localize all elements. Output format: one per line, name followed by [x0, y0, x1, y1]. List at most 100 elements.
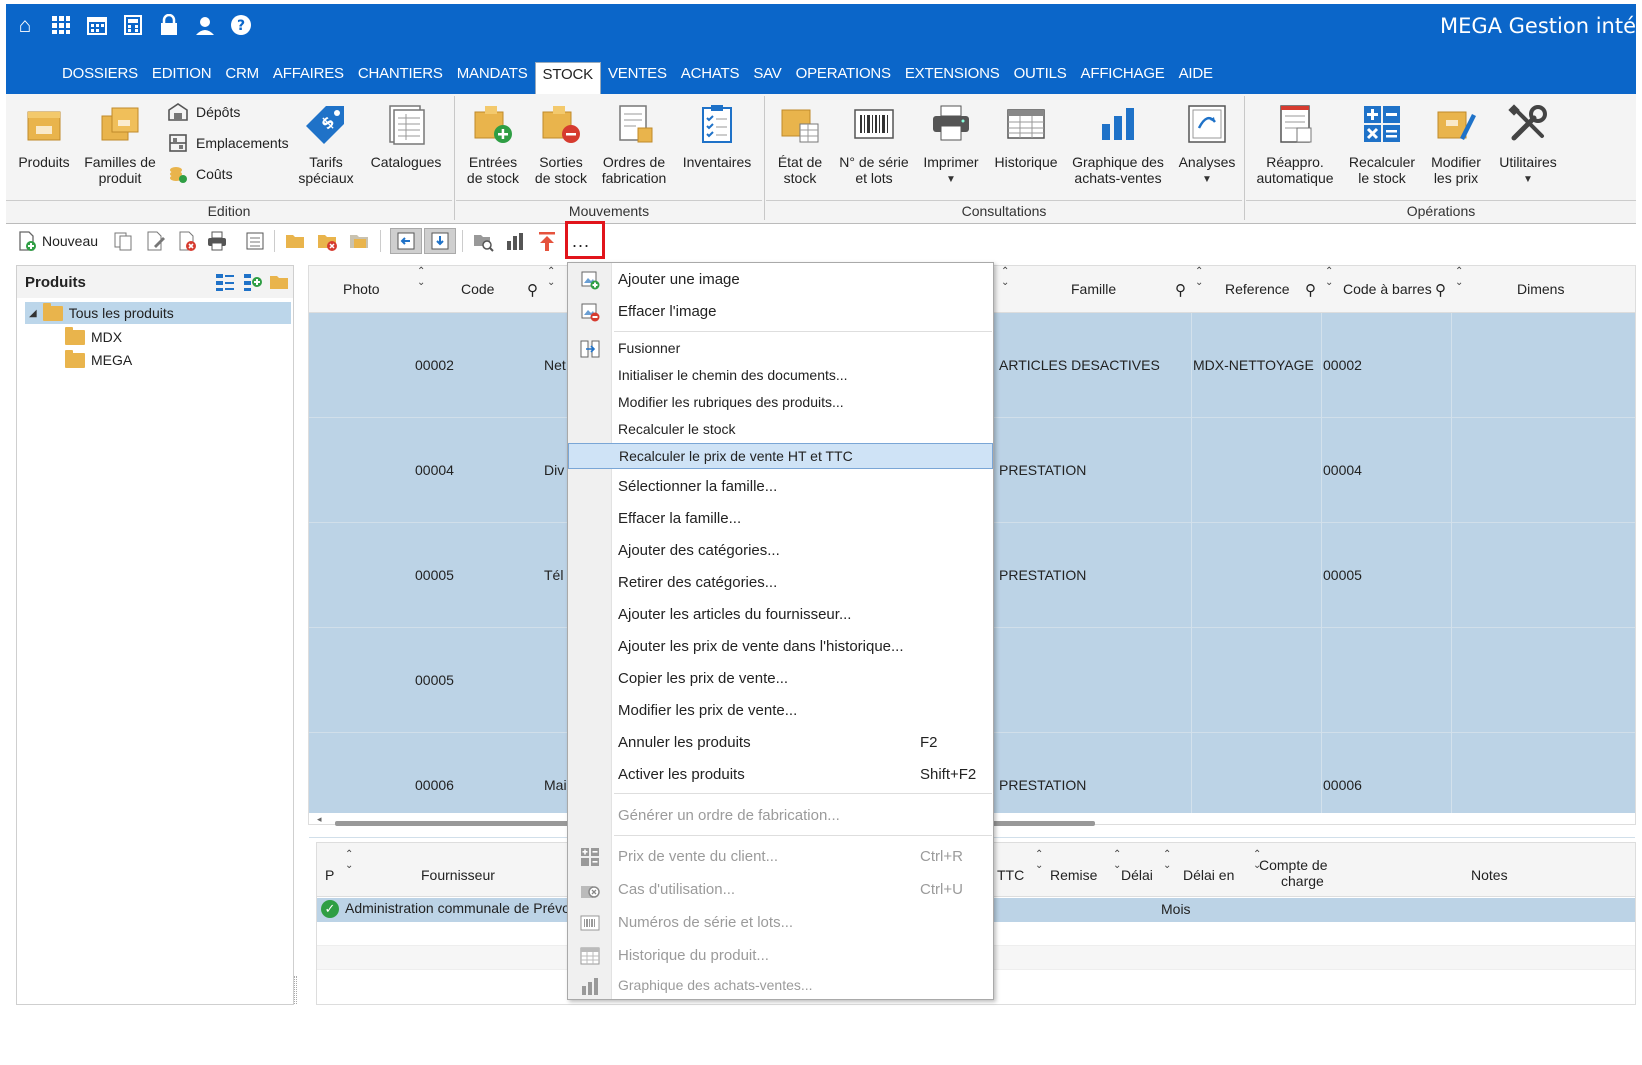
search-icon[interactable]: ⚲	[1435, 281, 1446, 299]
nouveau-button[interactable]: Nouveau	[16, 228, 98, 254]
menu-edition[interactable]: EDITION	[145, 62, 218, 92]
reappro-automatique-button[interactable]: Réappro. automatique	[1250, 100, 1340, 186]
menu-item-14[interactable]: Modifier les prix de vente...	[568, 698, 993, 724]
tree-folder-icon[interactable]	[269, 272, 289, 292]
tree-item-tous-les-produits[interactable]: ◢ Tous les produits	[25, 302, 291, 324]
menu-item-12[interactable]: Ajouter les prix de vente dans l'histori…	[568, 634, 993, 660]
col-header-reference[interactable]: Reference	[1225, 281, 1290, 297]
menu-item-7[interactable]: Sélectionner la famille...	[568, 474, 993, 500]
col-header-delai-en[interactable]: Délai en	[1183, 867, 1234, 883]
calculator-icon[interactable]	[120, 12, 146, 38]
delete-button[interactable]	[176, 228, 198, 254]
menu-item-0[interactable]: Ajouter une image	[568, 267, 993, 293]
copy-button[interactable]	[112, 228, 134, 254]
utilitaires-button[interactable]: Utilitaires ▼	[1492, 100, 1564, 188]
print-button[interactable]	[206, 228, 228, 254]
menu-dossiers[interactable]: DOSSIERS	[55, 62, 145, 92]
sort-icon[interactable]: ⌃ ⌄	[1195, 266, 1203, 288]
user-support-icon[interactable]	[192, 12, 218, 38]
modifier-prix-button[interactable]: Modifier les prix	[1422, 100, 1490, 186]
numeros-serie-button[interactable]: N° de série et lots	[834, 100, 914, 186]
menu-affichage[interactable]: AFFICHAGE	[1074, 62, 1172, 92]
catalogues-button[interactable]: Catalogues	[366, 100, 446, 170]
tarifs-speciaux-button[interactable]: $ Tarifs spéciaux	[292, 100, 360, 186]
folder-delete-button[interactable]	[316, 228, 338, 254]
menu-ventes[interactable]: VENTES	[601, 62, 674, 92]
search-icon[interactable]: ⚲	[527, 281, 538, 299]
sort-icon[interactable]: ⌃ ⌄	[417, 266, 425, 288]
menu-item-3[interactable]: Initialiser le chemin des documents...	[568, 363, 993, 389]
col-header-notes[interactable]: Notes	[1471, 867, 1508, 883]
folder-move-button[interactable]	[348, 228, 370, 254]
sort-icon[interactable]: ⌃ ⌄	[1001, 266, 1009, 288]
menu-item-15[interactable]: Annuler les produits F2	[568, 730, 993, 756]
col-header-dimens[interactable]: Dimens	[1517, 281, 1564, 297]
menu-sav[interactable]: SAV	[746, 62, 788, 92]
preview-button[interactable]	[244, 228, 266, 254]
menu-crm[interactable]: CRM	[218, 62, 266, 92]
menu-item-13[interactable]: Copier les prix de vente...	[568, 666, 993, 692]
lock-icon[interactable]	[156, 12, 182, 38]
chart-button[interactable]	[504, 228, 526, 254]
col-header-fournisseur[interactable]: Fournisseur	[421, 867, 495, 883]
sort-icon[interactable]: ⌃ ⌄	[1035, 849, 1043, 871]
help-icon[interactable]: ?	[228, 12, 254, 38]
menu-aide[interactable]: AIDE	[1172, 62, 1220, 92]
menu-item-11[interactable]: Ajouter les articles du fournisseur...	[568, 602, 993, 628]
menu-outils[interactable]: OUTILS	[1007, 62, 1074, 92]
sort-icon[interactable]: ⌃ ⌄	[547, 266, 555, 288]
col-header-photo[interactable]: Photo	[343, 281, 380, 297]
tree-add-icon[interactable]	[243, 272, 263, 292]
home-icon[interactable]: ⌂	[12, 12, 38, 38]
menu-item-6[interactable]: Recalculer le prix de vente HT et TTC	[568, 443, 993, 469]
folder-button[interactable]	[284, 228, 306, 254]
apps-grid-icon[interactable]	[48, 12, 74, 38]
sort-icon[interactable]: ⌃ ⌄	[1163, 849, 1171, 871]
menu-chantiers[interactable]: CHANTIERS	[351, 62, 450, 92]
search-folder-button[interactable]	[472, 228, 494, 254]
menu-extensions[interactable]: EXTENSIONS	[898, 62, 1007, 92]
depots-button[interactable]: Dépôts	[168, 102, 240, 122]
col-header-compte-charge[interactable]: Compte de charge	[1259, 857, 1327, 889]
col-header-barcode[interactable]: Code à barres	[1343, 281, 1432, 297]
col-header-p[interactable]: P	[325, 867, 334, 883]
inventaires-button[interactable]: Inventaires	[676, 100, 758, 170]
sort-icon[interactable]: ⌃ ⌄	[1455, 266, 1463, 288]
menu-item-8[interactable]: Effacer la famille...	[568, 506, 993, 532]
sort-icon[interactable]: ⌃ ⌄	[1325, 266, 1333, 288]
col-header-famille[interactable]: Famille	[1071, 281, 1116, 297]
menu-item-10[interactable]: Retirer des catégories...	[568, 570, 993, 596]
menu-affaires[interactable]: AFFAIRES	[266, 62, 351, 92]
menu-item-4[interactable]: Modifier les rubriques des produits...	[568, 390, 993, 416]
tree-item-mega[interactable]: MEGA	[65, 349, 132, 371]
col-header-ttc[interactable]: TTC	[997, 867, 1024, 883]
sort-icon[interactable]: ⌃ ⌄	[345, 849, 353, 871]
menu-mandats[interactable]: MANDATS	[450, 62, 535, 92]
familles-button[interactable]: Familles de produit	[82, 100, 158, 186]
col-header-code[interactable]: Code	[461, 281, 494, 297]
graphique-achats-ventes-button[interactable]: Graphique des achats-ventes	[1066, 100, 1170, 186]
tree-collapse-icon[interactable]: ◢	[29, 308, 37, 319]
calendar-icon[interactable]	[84, 12, 110, 38]
historique-button[interactable]: Historique	[990, 100, 1062, 170]
imprimer-button[interactable]: Imprimer ▼	[918, 100, 984, 188]
analyses-button[interactable]: Analyses ▼	[1174, 100, 1240, 188]
sorties-stock-button[interactable]: Sorties de stock	[528, 100, 594, 186]
menu-item-5[interactable]: Recalculer le stock	[568, 417, 993, 443]
tree-item-mdx[interactable]: MDX	[65, 326, 122, 348]
menu-item-9[interactable]: Ajouter des catégories...	[568, 538, 993, 564]
export-button[interactable]	[424, 228, 456, 254]
couts-button[interactable]: Coûts	[168, 164, 233, 184]
tree-expand-icon[interactable]	[215, 272, 235, 292]
search-icon[interactable]: ⚲	[1305, 281, 1316, 299]
col-header-remise[interactable]: Remise	[1050, 867, 1097, 883]
menu-item-2[interactable]: Fusionner	[568, 336, 993, 362]
ordres-fabrication-button[interactable]: Ordres de fabrication	[596, 100, 672, 186]
search-icon[interactable]: ⚲	[1175, 281, 1186, 299]
menu-item-16[interactable]: Activer les produits Shift+F2	[568, 762, 993, 788]
edit-button[interactable]	[144, 228, 166, 254]
produits-button[interactable]: Produits	[10, 100, 78, 170]
menu-achats[interactable]: ACHATS	[674, 62, 747, 92]
entrees-stock-button[interactable]: Entrées de stock	[460, 100, 526, 186]
menu-operations[interactable]: OPERATIONS	[789, 62, 898, 92]
